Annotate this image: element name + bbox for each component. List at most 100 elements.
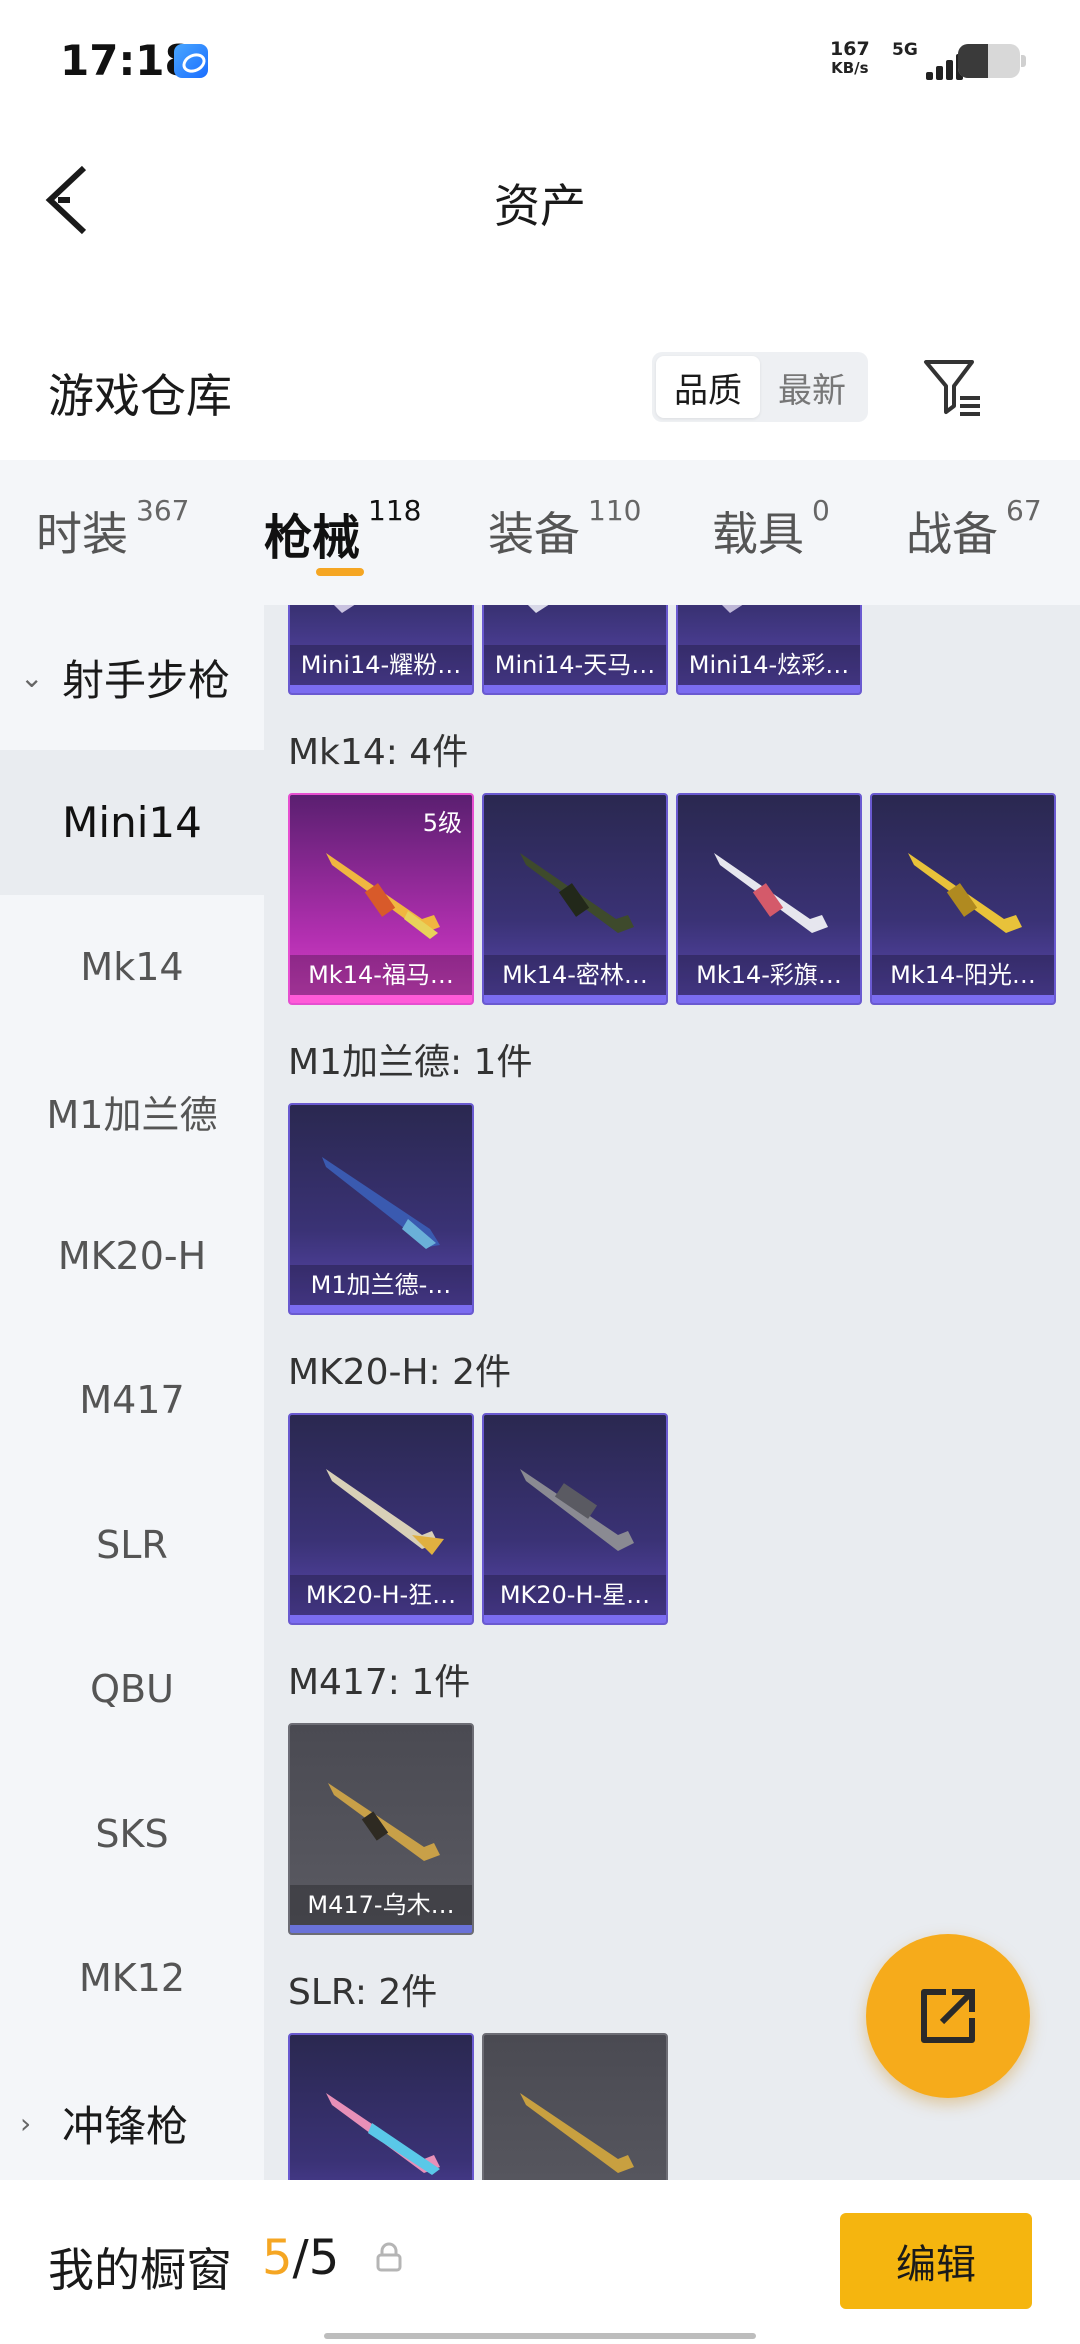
showcase-separator: / <box>292 2230 309 2286</box>
tab-fashion[interactable]: 时装 367 <box>36 494 189 564</box>
battery-icon <box>958 44 1026 78</box>
weapon-card[interactable]: M1加兰德-… <box>288 1103 474 1315</box>
weapon-card[interactable] <box>288 2033 474 2180</box>
signal-icon <box>912 48 964 80</box>
sidebar-item-qbu[interactable]: QBU <box>0 1617 264 1762</box>
status-bar: 17:18 167 KB/s 5G <box>0 0 1080 120</box>
lock-icon <box>376 2242 402 2272</box>
tab-count: 67 <box>1006 494 1042 527</box>
sidebar-item-mk14[interactable]: Mk14 <box>0 895 264 1040</box>
tab-firearms[interactable]: 枪械 118 <box>264 494 421 568</box>
rarity-bar <box>484 685 666 693</box>
section-label-slr: SLR: 2件 <box>288 1972 438 2013</box>
browser-app-icon <box>174 44 208 78</box>
filter-icon <box>924 360 980 416</box>
sidebar-item-mk20-h[interactable]: MK20-H <box>0 1184 264 1329</box>
rifle-image <box>328 1783 440 1861</box>
sidebar-item-sks[interactable]: SKS <box>0 1762 264 1907</box>
rifle-image <box>326 1469 444 1555</box>
rifle-image <box>908 853 1022 933</box>
rarity-bar <box>290 995 472 1003</box>
tab-supplies[interactable]: 战备 67 <box>906 494 1042 564</box>
showcase-current: 5 <box>262 2230 293 2286</box>
active-tab-indicator <box>316 568 364 576</box>
filter-button[interactable] <box>920 354 986 420</box>
sidebar-group-label: 冲锋枪 <box>62 2101 189 2151</box>
weapon-card[interactable]: M417-乌木… <box>288 1723 474 1935</box>
weapon-card[interactable]: Mini14-炫彩… <box>676 605 862 695</box>
weapon-card-name: Mk14-福马… <box>290 955 472 995</box>
tab-equipment[interactable]: 装备 110 <box>488 494 641 564</box>
share-icon <box>921 1989 975 2043</box>
warehouse-title: 游戏仓库 <box>48 369 232 423</box>
sort-toggle: 品质 最新 <box>652 352 868 422</box>
nav-header: 资产 <box>0 120 1080 280</box>
weapon-card[interactable]: MK20-H-狂… <box>288 1413 474 1625</box>
rifle-image <box>334 605 355 613</box>
edit-button[interactable]: 编辑 <box>840 2213 1032 2309</box>
weapon-card[interactable] <box>482 2033 668 2180</box>
weapon-card-name: Mini14-耀粉… <box>290 645 472 685</box>
rifle-image <box>520 2093 634 2173</box>
sidebar-item-mk12[interactable]: MK12 <box>0 1906 264 2051</box>
showcase-count: 5/5 <box>262 2230 339 2286</box>
sidebar-item-slr[interactable]: SLR <box>0 1473 264 1618</box>
network-speed-value: 167 <box>830 38 870 60</box>
rarity-bar <box>678 995 860 1003</box>
tab-count: 367 <box>136 494 190 527</box>
section-label-m1-garand: M1加兰德: 1件 <box>288 1042 533 1083</box>
weapon-card-name: MK20-H-星… <box>484 1575 666 1615</box>
weapon-card-name: MK20-H-狂… <box>290 1575 472 1615</box>
rifle-image <box>322 1157 440 1249</box>
weapon-card[interactable]: Mini14-天马… <box>482 605 668 695</box>
tab-vehicles[interactable]: 载具 0 <box>712 494 830 564</box>
section-label-mk14: Mk14: 4件 <box>288 732 469 773</box>
chevron-down-icon: ⌄ <box>20 661 44 694</box>
rifle-image <box>520 1469 634 1551</box>
rarity-bar <box>290 1925 472 1933</box>
network-speed-unit: KB/s <box>831 59 869 77</box>
weapon-sidebar: ⌄ 射手步枪 Mini14 Mk14 M1加兰德 MK20-H M417 SLR… <box>0 605 264 2180</box>
rarity-bar <box>290 685 472 693</box>
tab-label: 时装 <box>36 507 128 561</box>
page-title: 资产 <box>494 179 586 233</box>
share-button[interactable] <box>866 1934 1030 2098</box>
sidebar-group-smg[interactable]: › 冲锋枪 <box>0 2051 264 2181</box>
weapon-card[interactable]: Mk14-阳光… <box>870 793 1056 1005</box>
sort-quality-button[interactable]: 品质 <box>656 356 760 418</box>
weapon-card[interactable]: Mk14-彩旗… <box>676 793 862 1005</box>
chevron-right-icon: › <box>20 2106 32 2140</box>
network-speed: 167 KB/s <box>830 40 870 78</box>
rarity-bar <box>872 995 1054 1003</box>
tab-label: 载具 <box>712 507 804 561</box>
weapon-card[interactable]: Mk14-密林… <box>482 793 668 1005</box>
sidebar-item-mini14[interactable]: Mini14 <box>0 750 264 895</box>
rifle-image <box>714 853 828 933</box>
rifle-image <box>528 605 549 613</box>
category-tabs: 时装 367 枪械 118 装备 110 载具 0 战备 67 <box>0 460 1080 605</box>
sort-newest-button[interactable]: 最新 <box>760 356 864 418</box>
weapon-card[interactable]: MK20-H-星… <box>482 1413 668 1625</box>
tab-count: 118 <box>368 494 422 527</box>
rifle-image <box>520 853 634 933</box>
sidebar-item-m417[interactable]: M417 <box>0 1328 264 1473</box>
warehouse-header: 游戏仓库 品质 最新 <box>0 310 1080 460</box>
weapon-card[interactable]: Mini14-耀粉… <box>288 605 474 695</box>
weapon-card[interactable]: 5级 Mk14-福马… <box>288 793 474 1005</box>
section-label-mk20-h: MK20-H: 2件 <box>288 1352 512 1393</box>
sidebar-group-dmr[interactable]: ⌄ 射手步枪 <box>0 605 264 750</box>
sidebar-item-m1-garand[interactable]: M1加兰德 <box>0 1039 264 1184</box>
weapon-card-name: Mk14-彩旗… <box>678 955 860 995</box>
showcase-total: 5 <box>308 2230 340 2286</box>
tab-count: 110 <box>588 494 642 527</box>
weapon-card-name: Mini14-炫彩… <box>678 645 860 685</box>
showcase-bar: 我的橱窗 5/5 编辑 <box>0 2180 1080 2344</box>
rarity-bar <box>678 685 860 693</box>
rarity-bar <box>484 1615 666 1623</box>
section-label-m417: M417: 1件 <box>288 1662 471 1703</box>
showcase-title: 我的橱窗 <box>48 2243 232 2297</box>
sidebar-group-label: 射手步枪 <box>62 656 231 705</box>
tab-label: 装备 <box>488 507 580 561</box>
rarity-bar <box>290 1615 472 1623</box>
home-indicator[interactable] <box>324 2333 756 2339</box>
